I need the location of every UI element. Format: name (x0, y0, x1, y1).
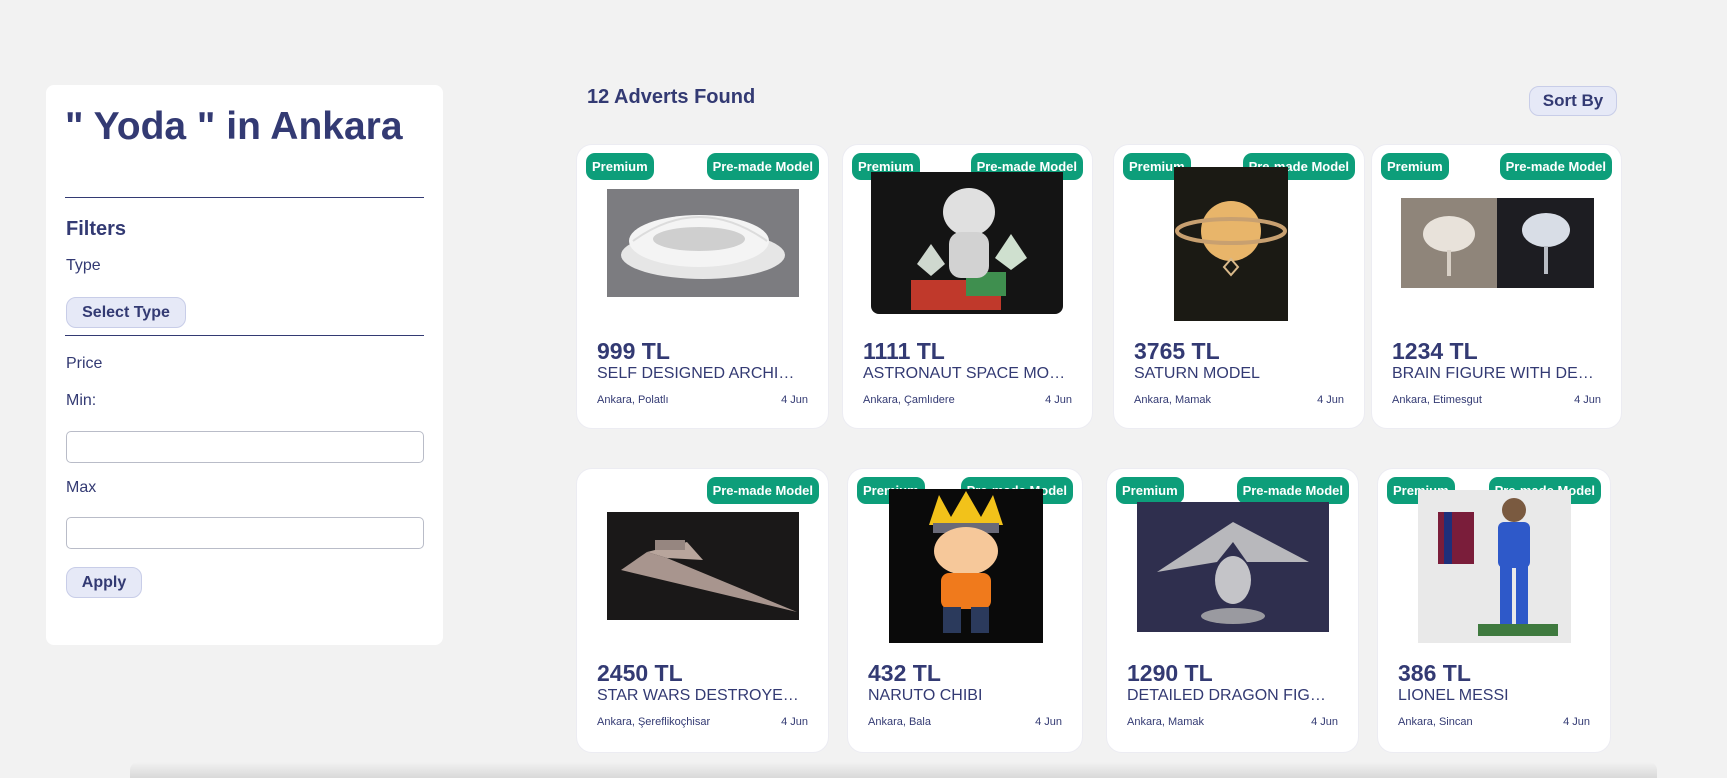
advert-location: Ankara, Şereflikoçhisar (597, 716, 711, 728)
advert-location: Ankara, Mamak (1134, 394, 1212, 406)
advert-price: 432 TL (868, 660, 941, 686)
advert-price: 3765 TL (1134, 338, 1220, 364)
max-price-label: Max (66, 479, 97, 496)
advert-title: DETAILED DRAGON FIGURE (1127, 687, 1334, 704)
advert-image-stadium (607, 189, 799, 297)
advert-location: Ankara, Mamak (1127, 716, 1205, 728)
advert-card[interactable]: Premium Pre-made Model 1111 TL ASTRONAUT… (842, 144, 1093, 429)
advert-card[interactable]: Premium Pre-made Model 386 TL LIONEL MES… (1377, 468, 1611, 753)
advert-date: 4 Jun (781, 716, 808, 728)
footer-edge (130, 762, 1657, 778)
sort-by-button[interactable]: Sort By (1529, 86, 1617, 116)
advert-image-messi (1418, 490, 1571, 643)
premade-model-badge: Pre-made Model (1499, 153, 1612, 180)
advert-location: Ankara, Etimesgut (1392, 394, 1482, 406)
advert-date: 4 Jun (1035, 716, 1062, 728)
advert-price: 1111 TL (863, 338, 945, 364)
premade-model-badge: Pre-made Model (706, 153, 819, 180)
advert-title: ASTRONAUT SPACE MODEL (863, 365, 1068, 382)
advert-card[interactable]: Premium Pre-made Model 999 TL SELF DESIG… (576, 144, 829, 429)
divider (65, 335, 424, 336)
filters-heading: Filters (66, 218, 127, 240)
advert-image-astronaut (871, 172, 1063, 314)
advert-title: LIONEL MESSI (1398, 687, 1509, 704)
advert-price: 1234 TL (1392, 338, 1478, 364)
divider (65, 197, 424, 198)
apply-button[interactable]: Apply (66, 567, 142, 598)
filter-sidebar: " Yoda " in Ankara Filters Type Select T… (46, 85, 443, 645)
advert-date: 4 Jun (781, 394, 808, 406)
advert-image-naruto (889, 489, 1043, 643)
advert-location: Ankara, Çamlıdere (863, 394, 955, 406)
advert-price: 386 TL (1398, 660, 1471, 686)
advert-date: 4 Jun (1045, 394, 1072, 406)
premium-badge: Premium (586, 153, 654, 180)
advert-image-saturn (1174, 167, 1288, 321)
advert-price: 2450 TL (597, 660, 683, 686)
advert-title: STAR WARS DESTROYER MODEL (597, 687, 804, 704)
advert-title: SATURN MODEL (1134, 365, 1260, 382)
advert-date: 4 Jun (1574, 394, 1601, 406)
advert-card[interactable]: Pre-made Model 2450 TL STAR WARS DESTROY… (576, 468, 829, 753)
premium-badge: Premium (1116, 477, 1184, 504)
advert-title: BRAIN FIGURE WITH DESK STAND (1392, 365, 1597, 382)
advert-location: Ankara, Bala (868, 716, 931, 728)
advert-card[interactable]: Premium Pre-made Model 3765 TL SATURN MO… (1113, 144, 1365, 429)
advert-location: Ankara, Polatlı (597, 394, 669, 406)
advert-date: 4 Jun (1317, 394, 1344, 406)
advert-location: Ankara, Sincan (1398, 716, 1473, 728)
advert-image-brain (1401, 198, 1594, 288)
advert-title: NARUTO CHIBI (868, 687, 983, 704)
advert-card[interactable]: Premium Pre-made Model 1290 TL DETAILED … (1106, 468, 1359, 753)
premade-model-badge: Pre-made Model (706, 477, 819, 504)
min-price-input[interactable] (66, 431, 424, 463)
advert-date: 4 Jun (1563, 716, 1590, 728)
advert-card[interactable]: Premium Pre-made Model 1234 TL BRAIN FIG… (1371, 144, 1622, 429)
price-label: Price (66, 355, 103, 372)
select-type-button[interactable]: Select Type (66, 297, 186, 328)
results-count: 12 Adverts Found (587, 86, 756, 108)
min-price-label: Min: (66, 392, 97, 409)
advert-date: 4 Jun (1311, 716, 1338, 728)
search-title: " Yoda " in Ankara (65, 105, 403, 148)
advert-price: 999 TL (597, 338, 670, 364)
advert-image-dragon (1137, 502, 1329, 632)
premade-model-badge: Pre-made Model (1236, 477, 1349, 504)
advert-price: 1290 TL (1127, 660, 1213, 686)
premium-badge: Premium (1381, 153, 1449, 180)
advert-image-star-destroyer (607, 512, 799, 620)
max-price-input[interactable] (66, 517, 424, 549)
advert-title: SELF DESIGNED ARCHITECTURE MODEL (597, 365, 804, 382)
type-label: Type (66, 257, 101, 274)
advert-card[interactable]: Premium Pre-made Model 432 TL NARUTO CHI… (847, 468, 1083, 753)
